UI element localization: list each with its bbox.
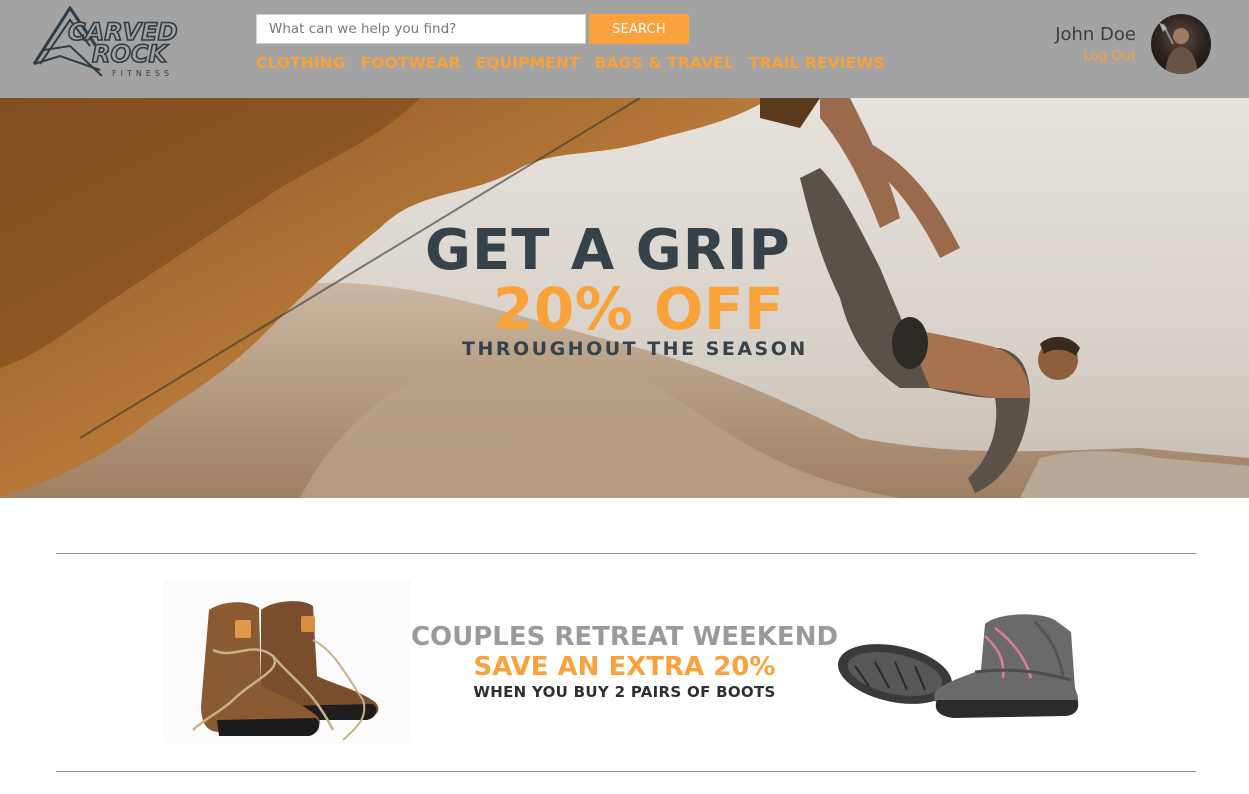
brand-logo[interactable]: CARVED ROCK FITNESS (30, 5, 195, 82)
site-header: CARVED ROCK FITNESS SEARCH CLOTHING FOOT… (0, 0, 1249, 98)
hero-text: GET A GRIP 20% OFF THROUGHOUT THE SEASON (0, 98, 1249, 498)
svg-text:FITNESS: FITNESS (112, 69, 173, 78)
search-input[interactable] (256, 14, 586, 44)
user-menu: John Doe Log Out (1055, 24, 1136, 64)
divider-top (56, 553, 1196, 554)
mountain-logo-icon: CARVED ROCK FITNESS (32, 5, 178, 78)
user-avatar-icon (1159, 22, 1198, 74)
divider-bottom (56, 771, 1196, 772)
hero-title: GET A GRIP (425, 218, 791, 283)
search-button[interactable]: SEARCH (589, 14, 689, 44)
nav-item-equipment[interactable]: EQUIPMENT (476, 54, 580, 72)
nav-item-footwear[interactable]: FOOTWEAR (361, 54, 461, 72)
nav-item-clothing[interactable]: CLOTHING (256, 54, 346, 72)
user-name: John Doe (1055, 24, 1136, 45)
gray-pink-hiking-boots-icon (837, 614, 1079, 718)
hero-discount: 20% OFF (493, 275, 785, 343)
main-nav: CLOTHING FOOTWEAR EQUIPMENT BAGS & TRAVE… (256, 54, 900, 72)
hero-banner[interactable]: GET A GRIP 20% OFF THROUGHOUT THE SEASON (0, 98, 1249, 498)
gray-boots-image[interactable] (835, 596, 1090, 726)
nav-item-bags-travel[interactable]: BAGS & TRAVEL (595, 54, 734, 72)
avatar[interactable] (1151, 14, 1211, 74)
search-bar: SEARCH (256, 14, 689, 44)
hero-subtitle: THROUGHOUT THE SEASON (462, 338, 808, 360)
nav-item-trail-reviews[interactable]: TRAIL REVIEWS (749, 54, 885, 72)
svg-text:ROCK: ROCK (92, 40, 169, 68)
logout-link[interactable]: Log Out (1055, 48, 1136, 64)
